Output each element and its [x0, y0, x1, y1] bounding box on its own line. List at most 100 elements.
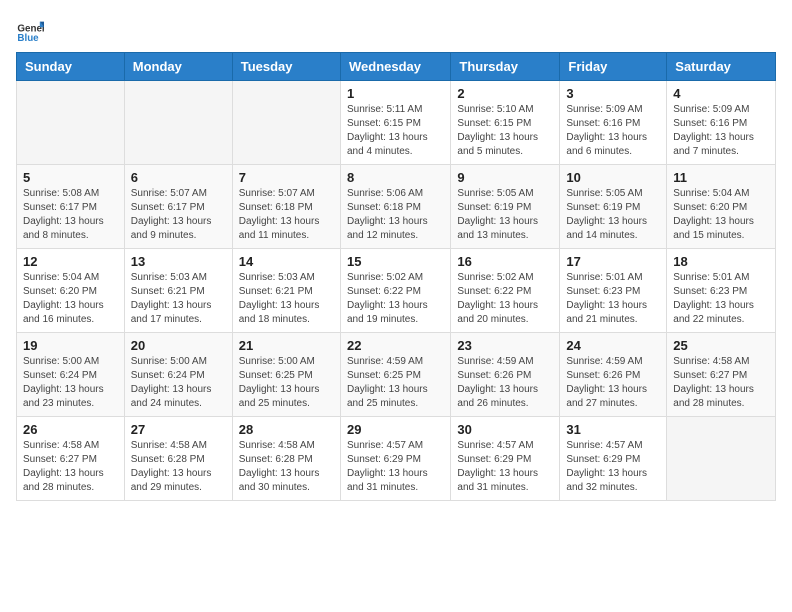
day-info: Sunrise: 4:58 AM Sunset: 6:28 PM Dayligh…	[131, 439, 226, 495]
day-info: Sunrise: 4:57 AM Sunset: 6:29 PM Dayligh…	[457, 439, 553, 495]
calendar-cell: 29 Sunrise: 4:57 AM Sunset: 6:29 PM Dayli…	[340, 417, 450, 501]
day-number: 26	[23, 422, 118, 437]
calendar-cell: 9 Sunrise: 5:05 AM Sunset: 6:19 PM Daylig…	[451, 165, 560, 249]
day-number: 4	[673, 86, 769, 101]
calendar-cell: 14 Sunrise: 5:03 AM Sunset: 6:21 PM Dayli…	[232, 249, 340, 333]
calendar-cell: 1 Sunrise: 5:11 AM Sunset: 6:15 PM Daylig…	[340, 81, 450, 165]
week-row-2: 12 Sunrise: 5:04 AM Sunset: 6:20 PM Dayli…	[17, 249, 776, 333]
calendar-cell: 21 Sunrise: 5:00 AM Sunset: 6:25 PM Dayli…	[232, 333, 340, 417]
day-info: Sunrise: 5:00 AM Sunset: 6:24 PM Dayligh…	[131, 355, 226, 411]
calendar-cell: 8 Sunrise: 5:06 AM Sunset: 6:18 PM Daylig…	[340, 165, 450, 249]
calendar-cell: 12 Sunrise: 5:04 AM Sunset: 6:20 PM Dayli…	[17, 249, 125, 333]
day-info: Sunrise: 5:03 AM Sunset: 6:21 PM Dayligh…	[239, 271, 334, 327]
calendar-cell: 26 Sunrise: 4:58 AM Sunset: 6:27 PM Dayli…	[17, 417, 125, 501]
day-info: Sunrise: 5:03 AM Sunset: 6:21 PM Dayligh…	[131, 271, 226, 327]
calendar-cell	[17, 81, 125, 165]
day-number: 9	[457, 170, 553, 185]
calendar-cell: 15 Sunrise: 5:02 AM Sunset: 6:22 PM Dayli…	[340, 249, 450, 333]
calendar-cell: 5Sunrise: 5:08 AM Sunset: 6:17 PM Daylig…	[17, 165, 125, 249]
calendar-cell: 30 Sunrise: 4:57 AM Sunset: 6:29 PM Dayli…	[451, 417, 560, 501]
day-number: 27	[131, 422, 226, 437]
calendar-cell: 4 Sunrise: 5:09 AM Sunset: 6:16 PM Daylig…	[667, 81, 776, 165]
day-header-sunday: Sunday	[17, 53, 125, 81]
calendar-cell: 19 Sunrise: 5:00 AM Sunset: 6:24 PM Dayli…	[17, 333, 125, 417]
calendar-cell	[124, 81, 232, 165]
day-header-saturday: Saturday	[667, 53, 776, 81]
day-number: 24	[566, 338, 660, 353]
day-info: Sunrise: 5:04 AM Sunset: 6:20 PM Dayligh…	[23, 271, 118, 327]
day-number: 10	[566, 170, 660, 185]
day-number: 28	[239, 422, 334, 437]
calendar-cell: 3Sunrise: 5:09 AM Sunset: 6:16 PM Daylig…	[560, 81, 667, 165]
day-number: 25	[673, 338, 769, 353]
day-number: 20	[131, 338, 226, 353]
day-info: Sunrise: 5:09 AM Sunset: 6:16 PM Dayligh…	[566, 103, 660, 159]
calendar-body: 1 Sunrise: 5:11 AM Sunset: 6:15 PM Daylig…	[17, 81, 776, 501]
day-info: Sunrise: 5:08 AM Sunset: 6:17 PM Dayligh…	[23, 187, 118, 243]
day-number: 19	[23, 338, 118, 353]
day-number: 30	[457, 422, 553, 437]
calendar-cell: 20 Sunrise: 5:00 AM Sunset: 6:24 PM Dayli…	[124, 333, 232, 417]
day-number: 14	[239, 254, 334, 269]
calendar-cell: 10 Sunrise: 5:05 AM Sunset: 6:19 PM Dayli…	[560, 165, 667, 249]
calendar-cell: 2 Sunrise: 5:10 AM Sunset: 6:15 PM Daylig…	[451, 81, 560, 165]
day-number: 2	[457, 86, 553, 101]
calendar-cell: 31 Sunrise: 4:57 AM Sunset: 6:29 PM Dayli…	[560, 417, 667, 501]
day-number: 12	[23, 254, 118, 269]
day-info: Sunrise: 4:57 AM Sunset: 6:29 PM Dayligh…	[347, 439, 444, 495]
day-info: Sunrise: 5:05 AM Sunset: 6:19 PM Dayligh…	[457, 187, 553, 243]
week-row-4: 26 Sunrise: 4:58 AM Sunset: 6:27 PM Dayli…	[17, 417, 776, 501]
day-info: Sunrise: 5:05 AM Sunset: 6:19 PM Dayligh…	[566, 187, 660, 243]
day-info: Sunrise: 5:11 AM Sunset: 6:15 PM Dayligh…	[347, 103, 444, 159]
day-number: 29	[347, 422, 444, 437]
logo-icon: General Blue	[16, 16, 44, 44]
calendar-cell	[232, 81, 340, 165]
week-row-3: 19 Sunrise: 5:00 AM Sunset: 6:24 PM Dayli…	[17, 333, 776, 417]
day-info: Sunrise: 4:58 AM Sunset: 6:27 PM Dayligh…	[673, 355, 769, 411]
calendar: SundayMondayTuesdayWednesdayThursdayFrid…	[16, 52, 776, 501]
day-info: Sunrise: 4:59 AM Sunset: 6:26 PM Dayligh…	[457, 355, 553, 411]
svg-text:Blue: Blue	[17, 33, 39, 44]
day-header-friday: Friday	[560, 53, 667, 81]
day-number: 17	[566, 254, 660, 269]
day-info: Sunrise: 5:02 AM Sunset: 6:22 PM Dayligh…	[347, 271, 444, 327]
calendar-header: SundayMondayTuesdayWednesdayThursdayFrid…	[17, 53, 776, 81]
calendar-cell: 22 Sunrise: 4:59 AM Sunset: 6:25 PM Dayli…	[340, 333, 450, 417]
week-row-1: 5Sunrise: 5:08 AM Sunset: 6:17 PM Daylig…	[17, 165, 776, 249]
day-number: 22	[347, 338, 444, 353]
day-info: Sunrise: 4:58 AM Sunset: 6:27 PM Dayligh…	[23, 439, 118, 495]
day-info: Sunrise: 4:59 AM Sunset: 6:26 PM Dayligh…	[566, 355, 660, 411]
day-number: 8	[347, 170, 444, 185]
day-header-thursday: Thursday	[451, 53, 560, 81]
day-info: Sunrise: 5:09 AM Sunset: 6:16 PM Dayligh…	[673, 103, 769, 159]
calendar-cell: 24 Sunrise: 4:59 AM Sunset: 6:26 PM Dayli…	[560, 333, 667, 417]
calendar-cell: 27 Sunrise: 4:58 AM Sunset: 6:28 PM Dayli…	[124, 417, 232, 501]
day-info: Sunrise: 5:06 AM Sunset: 6:18 PM Dayligh…	[347, 187, 444, 243]
day-info: Sunrise: 4:57 AM Sunset: 6:29 PM Dayligh…	[566, 439, 660, 495]
day-info: Sunrise: 5:07 AM Sunset: 6:18 PM Dayligh…	[239, 187, 334, 243]
day-info: Sunrise: 5:04 AM Sunset: 6:20 PM Dayligh…	[673, 187, 769, 243]
logo: General Blue	[16, 16, 44, 44]
day-info: Sunrise: 5:10 AM Sunset: 6:15 PM Dayligh…	[457, 103, 553, 159]
day-header-tuesday: Tuesday	[232, 53, 340, 81]
day-number: 15	[347, 254, 444, 269]
calendar-cell: 18Sunrise: 5:01 AM Sunset: 6:23 PM Dayli…	[667, 249, 776, 333]
day-number: 6	[131, 170, 226, 185]
calendar-cell: 7 Sunrise: 5:07 AM Sunset: 6:18 PM Daylig…	[232, 165, 340, 249]
day-number: 31	[566, 422, 660, 437]
day-info: Sunrise: 5:07 AM Sunset: 6:17 PM Dayligh…	[131, 187, 226, 243]
calendar-cell: 16Sunrise: 5:02 AM Sunset: 6:22 PM Dayli…	[451, 249, 560, 333]
calendar-cell: 28Sunrise: 4:58 AM Sunset: 6:28 PM Dayli…	[232, 417, 340, 501]
day-number: 11	[673, 170, 769, 185]
week-row-0: 1 Sunrise: 5:11 AM Sunset: 6:15 PM Daylig…	[17, 81, 776, 165]
day-number: 16	[457, 254, 553, 269]
day-info: Sunrise: 5:01 AM Sunset: 6:23 PM Dayligh…	[673, 271, 769, 327]
day-header-monday: Monday	[124, 53, 232, 81]
day-info: Sunrise: 5:00 AM Sunset: 6:24 PM Dayligh…	[23, 355, 118, 411]
calendar-cell: 23Sunrise: 4:59 AM Sunset: 6:26 PM Dayli…	[451, 333, 560, 417]
day-info: Sunrise: 4:59 AM Sunset: 6:25 PM Dayligh…	[347, 355, 444, 411]
day-number: 7	[239, 170, 334, 185]
day-info: Sunrise: 5:00 AM Sunset: 6:25 PM Dayligh…	[239, 355, 334, 411]
day-number: 21	[239, 338, 334, 353]
day-number: 1	[347, 86, 444, 101]
